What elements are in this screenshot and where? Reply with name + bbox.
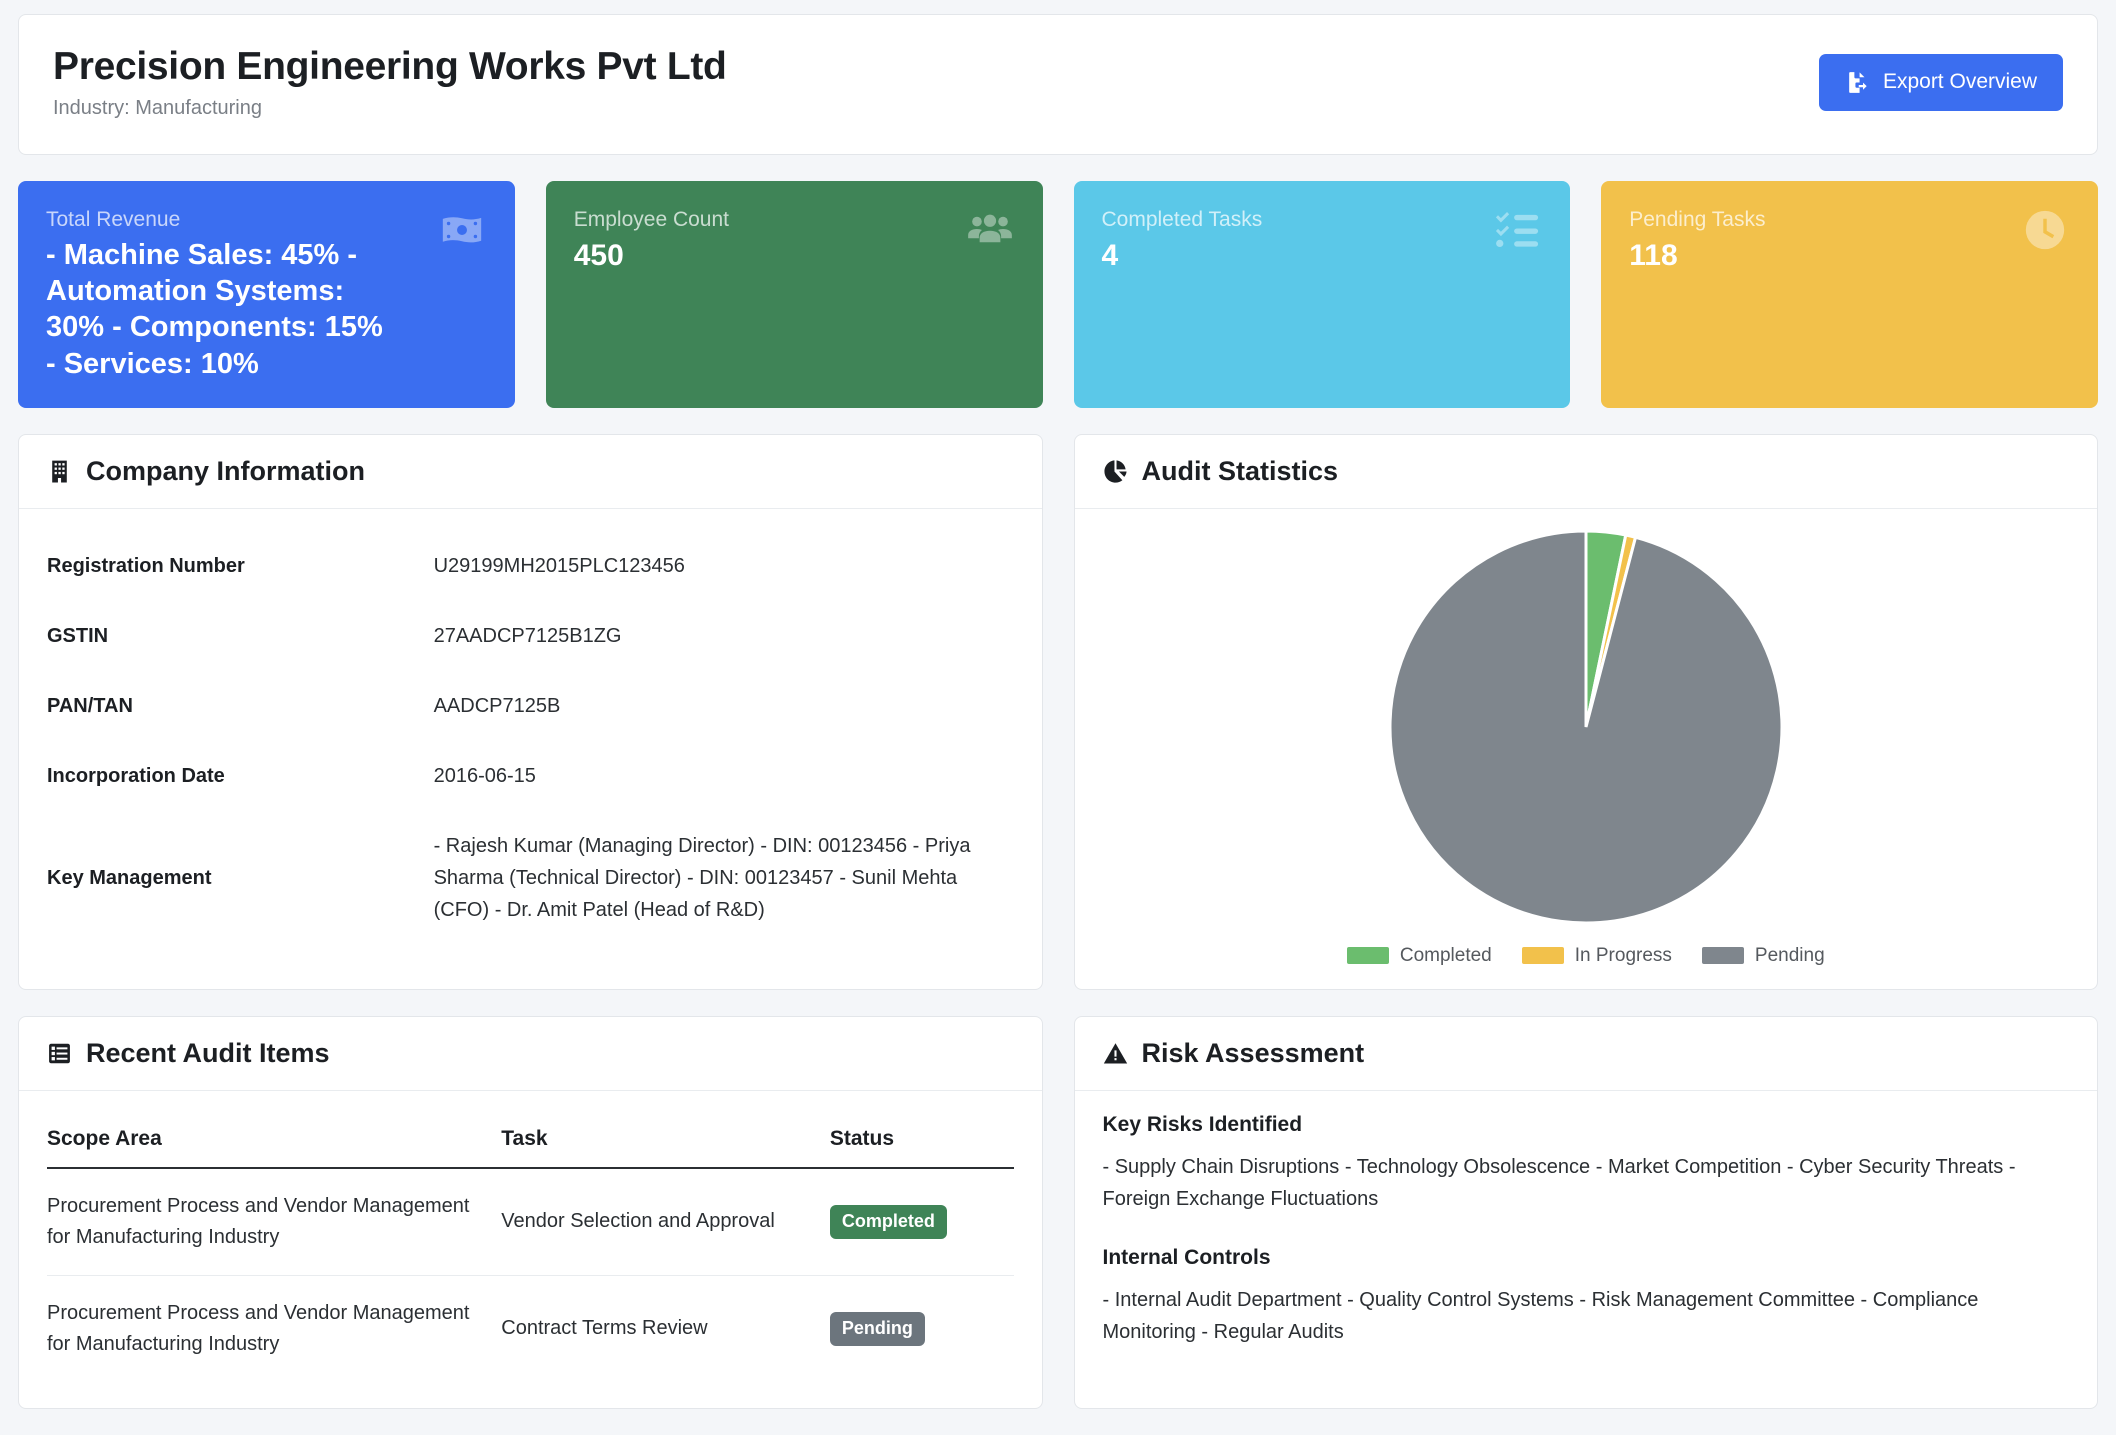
audit-statistics-title: Audit Statistics [1141,455,1339,486]
table-row: Key Management - Rajesh Kumar (Managing … [47,811,1014,945]
info-label: Incorporation Date [47,764,225,787]
pie-chart-icon [1103,459,1128,484]
internal-controls-heading: Internal Controls [1102,1245,1271,1269]
stat-value: 450 [573,238,624,272]
audit-statistics-panel: Audit Statistics Completed In Progress P… [1073,433,2098,990]
legend-label: In Progress [1574,944,1672,966]
info-value: AADCP7125B [433,694,561,717]
stat-label: Total Revenue [46,207,181,231]
recent-audit-items-panel: Recent Audit Items Scope Area Task Statu… [18,1015,1043,1409]
audit-and-risk-row: Recent Audit Items Scope Area Task Statu… [18,1015,2098,1409]
recent-audit-items-title: Recent Audit Items [86,1037,330,1068]
stat-label: Employee Count [573,207,730,231]
stat-card-total-revenue: Total Revenue - Machine Sales: 45% - Aut… [18,180,515,408]
info-and-chart-row: Company Information Registration Number … [18,433,2098,990]
legend-swatch [1521,947,1564,965]
info-label: Registration Number [47,554,245,577]
company-information-table: Registration Number U29199MH2015PLC12345… [47,531,1014,945]
stat-label: Pending Tasks [1629,207,1766,231]
risk-assessment-header: Risk Assessment [1074,1017,2097,1091]
risk-assessment-panel: Risk Assessment Key Risks Identified - S… [1073,1015,2098,1409]
internal-controls-text: - Internal Audit Department - Quality Co… [1102,1288,1979,1344]
column-header-task: Task [501,1112,830,1169]
cell-scope-area: Procurement Process and Vendor Managemen… [47,1301,470,1355]
company-information-header: Company Information [19,435,1042,509]
stat-value: - Machine Sales: 45% - Automation System… [46,238,383,380]
stat-value: 4 [1101,238,1119,272]
audit-statistics-body: Completed In Progress Pending [1075,509,2098,989]
table-row: Procurement Process and Vendor Managemen… [47,1275,1014,1382]
export-overview-label: Export Overview [1882,70,2037,94]
table-row: PAN/TAN AADCP7125B [47,671,1014,741]
info-label: GSTIN [47,624,109,647]
stat-value: 118 [1629,238,1678,272]
company-information-title: Company Information [86,455,366,486]
cell-scope-area: Procurement Process and Vendor Managemen… [47,1167,502,1276]
risk-assessment-title: Risk Assessment [1141,1037,1365,1068]
stat-card-employee-count: Employee Count 450 [545,180,1043,408]
stat-cards-row: Total Revenue - Machine Sales: 45% - Aut… [18,180,2098,408]
table-row: Registration Number U29199MH2015PLC12345… [47,531,1014,601]
clock-icon [2022,207,2068,253]
header-titles: Precision Engineering Works Pvt Ltd Indu… [53,45,727,120]
industry-subtitle: Industry: Manufacturing [53,96,262,119]
info-value: 27AADCP7125B1ZG [433,624,622,647]
page-title: Precision Engineering Works Pvt Ltd [53,45,727,88]
checklist-icon [1494,207,1540,253]
export-overview-button[interactable]: Export Overview [1818,53,2063,111]
legend-swatch [1701,947,1744,965]
info-value: - Rajesh Kumar (Managing Director) - DIN… [433,834,971,921]
legend-label: Pending [1754,944,1825,966]
cell-task: Contract Terms Review [501,1317,708,1340]
recent-audit-items-table: Scope Area Task Status Procurement Proce… [47,1112,1014,1382]
legend-item-completed: Completed [1346,944,1492,967]
stat-card-pending-tasks: Pending Tasks 118 [1601,180,2098,408]
company-information-body: Registration Number U29199MH2015PLC12345… [19,509,1042,971]
legend-item-in-progress: In Progress [1521,944,1672,967]
status-badge: Pending [829,1312,925,1346]
info-label: PAN/TAN [47,694,133,717]
info-value: 2016-06-15 [433,764,536,787]
pie-slice-pending [1388,529,1784,925]
stat-label: Completed Tasks [1101,207,1263,231]
recent-audit-items-body: Scope Area Task Status Procurement Proce… [19,1091,1042,1408]
legend-item-pending: Pending [1701,944,1825,967]
building-icon [47,459,72,484]
info-value: U29199MH2015PLC123456 [433,554,685,577]
audit-statistics-pie-chart [1388,529,1784,925]
money-bill-icon [439,207,485,253]
column-header-scope-area: Scope Area [47,1112,502,1169]
legend-label: Completed [1399,944,1492,966]
info-label: Key Management [47,866,212,889]
audit-statistics-header: Audit Statistics [1074,435,2097,509]
risk-assessment-body: Key Risks Identified - Supply Chain Disr… [1075,1091,2098,1375]
table-header-row: Scope Area Task Status [47,1112,1014,1169]
cell-task: Vendor Selection and Approval [501,1167,830,1276]
legend-swatch [1346,947,1389,965]
cell-status: Completed [829,1167,1014,1276]
list-table-icon [47,1041,72,1066]
key-risks-heading: Key Risks Identified [1102,1112,1303,1136]
table-row: GSTIN 27AADCP7125B1ZG [47,601,1014,671]
users-group-icon [967,207,1013,253]
pie-chart-legend: Completed In Progress Pending [1346,944,1825,967]
status-badge: Completed [829,1205,947,1239]
key-risks-text: - Supply Chain Disruptions - Technology … [1102,1155,2016,1211]
table-row: Incorporation Date 2016-06-15 [47,741,1014,811]
recent-audit-items-header: Recent Audit Items [19,1017,1042,1091]
company-information-panel: Company Information Registration Number … [18,433,1043,990]
file-export-icon [1845,70,1870,95]
column-header-status: Status [829,1112,1014,1169]
warning-triangle-icon [1103,1041,1128,1066]
page-header: Precision Engineering Works Pvt Ltd Indu… [18,14,2098,155]
cell-status: Pending [829,1275,1014,1382]
table-row: Procurement Process and Vendor Managemen… [47,1167,1014,1276]
stat-card-completed-tasks: Completed Tasks 4 [1073,180,1571,408]
